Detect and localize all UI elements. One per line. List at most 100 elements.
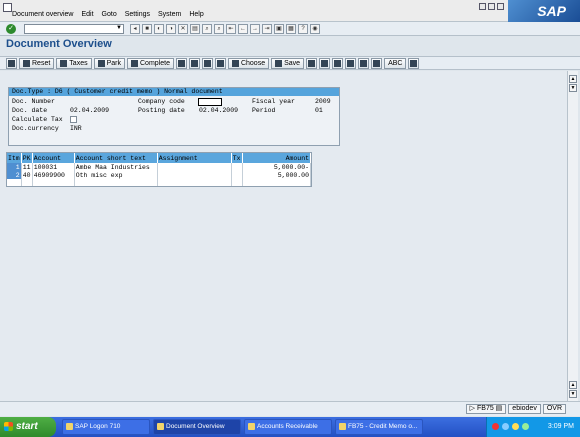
sap-logon-icon: [66, 423, 73, 430]
standard-toolbar: ✓ ▼ ◂ ■ ◐ ◑ ✕ ▤ ⌕ ⌕ ⇤ ← → ⇥ ▣ ▦ ? ◉: [0, 22, 580, 36]
next-page-icon[interactable]: →: [250, 24, 260, 34]
save-icon[interactable]: ■: [142, 24, 152, 34]
save-layout-button[interactable]: Save: [271, 58, 305, 69]
new-session-icon[interactable]: ▣: [274, 24, 284, 34]
row-amount: 5,000.00: [242, 171, 312, 179]
info-icon[interactable]: [408, 58, 420, 69]
period-label: Period: [252, 107, 276, 114]
row-amount: 5,000.00-: [242, 163, 312, 171]
word-processing-icon[interactable]: [332, 58, 344, 69]
task-document-overview[interactable]: Document Overview: [153, 419, 241, 435]
column-pk[interactable]: PK: [21, 153, 33, 163]
scroll-down-icon[interactable]: ▼: [569, 390, 577, 398]
save-layout-icon: [275, 60, 283, 67]
minimize-icon[interactable]: [479, 3, 486, 10]
window-icon[interactable]: [3, 3, 12, 12]
complete-label: Complete: [140, 60, 170, 67]
task-sap-logon[interactable]: SAP Logon 710: [62, 419, 150, 435]
spreadsheet-icon[interactable]: [319, 58, 331, 69]
scroll-down-small-icon[interactable]: ▼: [569, 84, 577, 92]
complete-button[interactable]: Complete: [127, 58, 174, 69]
doc-date-value: 02.04.2009: [70, 107, 110, 114]
display-icon[interactable]: [6, 58, 17, 69]
sort-icon[interactable]: [201, 58, 213, 69]
subtotal-icon[interactable]: [214, 58, 226, 69]
menu-bar: Document overview Edit Goto Settings Sys…: [0, 0, 580, 22]
taxes-icon: [60, 60, 68, 67]
customize-layout-icon[interactable]: ◉: [310, 24, 320, 34]
abc-analysis-button[interactable]: ABC: [384, 58, 407, 69]
document-icon: [339, 423, 346, 430]
shortcut-icon[interactable]: ▦: [286, 24, 296, 34]
menu-document-overview[interactable]: Document overview: [12, 11, 73, 18]
tray-security-icon[interactable]: [522, 423, 529, 430]
choose-icon: [231, 60, 239, 67]
command-history-chevron-icon[interactable]: ▼: [116, 25, 122, 31]
task-accounts-receivable[interactable]: Accounts Receivable: [244, 419, 332, 435]
last-page-icon[interactable]: ⇥: [262, 24, 272, 34]
table-row[interactable]: 1 11 100031 Ambe Maa Industries 5,000.00…: [7, 163, 312, 171]
menu-system[interactable]: System: [158, 11, 181, 18]
calculate-tax-checkbox[interactable]: [70, 116, 77, 123]
close-icon[interactable]: [497, 3, 504, 10]
menu-goto[interactable]: Goto: [102, 11, 117, 18]
column-account[interactable]: Account: [32, 153, 75, 163]
print-icon[interactable]: ▤: [190, 24, 200, 34]
tray-network-icon[interactable]: [502, 423, 509, 430]
reset-label: Reset: [32, 60, 51, 67]
column-assignment[interactable]: Assignment: [157, 153, 232, 163]
find-next-icon[interactable]: ⌕: [214, 24, 224, 34]
menu-list: Document overview Edit Goto Settings Sys…: [12, 11, 204, 18]
enter-check-icon[interactable]: ✓: [6, 24, 16, 34]
save-label: Save: [284, 60, 301, 67]
park-button[interactable]: Park: [93, 58, 125, 69]
status-bar: ▷ FB75 ▤ ebiodev OVR: [0, 401, 580, 416]
edit-icon[interactable]: [345, 58, 357, 69]
tray-volume-icon[interactable]: [512, 423, 519, 430]
list-icon[interactable]: [371, 58, 383, 69]
command-field[interactable]: [24, 24, 124, 34]
back-icon[interactable]: ◐: [154, 24, 164, 34]
transaction-code-value: FB75: [477, 405, 494, 412]
print-list-icon[interactable]: [188, 58, 200, 69]
doc-date-label: Doc. date: [12, 107, 48, 114]
server-name[interactable]: ebiodev: [508, 404, 541, 414]
window-icon: [157, 423, 164, 430]
find-icon[interactable]: ⌕: [202, 24, 212, 34]
row-itm: 1: [7, 163, 22, 171]
choose-label: Choose: [240, 60, 266, 67]
system-tray: 3:09 PM: [486, 417, 580, 437]
grid-icon[interactable]: [306, 58, 318, 69]
task-label: Accounts Receivable: [257, 423, 318, 430]
company-code-input[interactable]: [198, 98, 222, 106]
filter-icon[interactable]: [175, 58, 187, 69]
posting-date-label: Posting date: [138, 107, 185, 114]
scroll-up-small-icon[interactable]: ▲: [569, 381, 577, 389]
table-row[interactable]: 2 40 46909900 Oth misc exp 5,000.00: [7, 171, 312, 179]
start-button[interactable]: start: [0, 417, 56, 437]
task-fb75-credit-memo[interactable]: FB75 - Credit Memo o...: [335, 419, 423, 435]
first-page-icon[interactable]: ⇤: [226, 24, 236, 34]
previous-page-icon[interactable]: ←: [238, 24, 248, 34]
complete-icon: [131, 60, 138, 67]
vertical-scrollbar[interactable]: ▲ ▼ ▲ ▼: [567, 71, 578, 401]
column-itm[interactable]: Itm: [7, 153, 22, 163]
cancel-icon[interactable]: ✕: [178, 24, 188, 34]
reset-button[interactable]: Reset: [19, 58, 55, 69]
local-file-icon[interactable]: [358, 58, 370, 69]
exit-icon[interactable]: ◑: [166, 24, 176, 34]
column-amount[interactable]: Amount: [242, 153, 312, 163]
maximize-icon[interactable]: [488, 3, 495, 10]
choose-button[interactable]: Choose: [227, 58, 270, 69]
menu-edit[interactable]: Edit: [81, 11, 93, 18]
transaction-code[interactable]: ▷ FB75 ▤: [465, 404, 507, 414]
insert-mode[interactable]: OVR: [542, 404, 566, 414]
help-icon[interactable]: ?: [298, 24, 308, 34]
taxes-button[interactable]: Taxes: [56, 58, 92, 69]
menu-settings[interactable]: Settings: [125, 11, 150, 18]
column-tx[interactable]: Tx: [231, 153, 243, 163]
column-account-short-text[interactable]: Account short text: [74, 153, 158, 163]
menu-help[interactable]: Help: [189, 11, 203, 18]
scroll-up-icon[interactable]: ▲: [569, 75, 577, 83]
tray-app-icon[interactable]: [492, 423, 499, 430]
